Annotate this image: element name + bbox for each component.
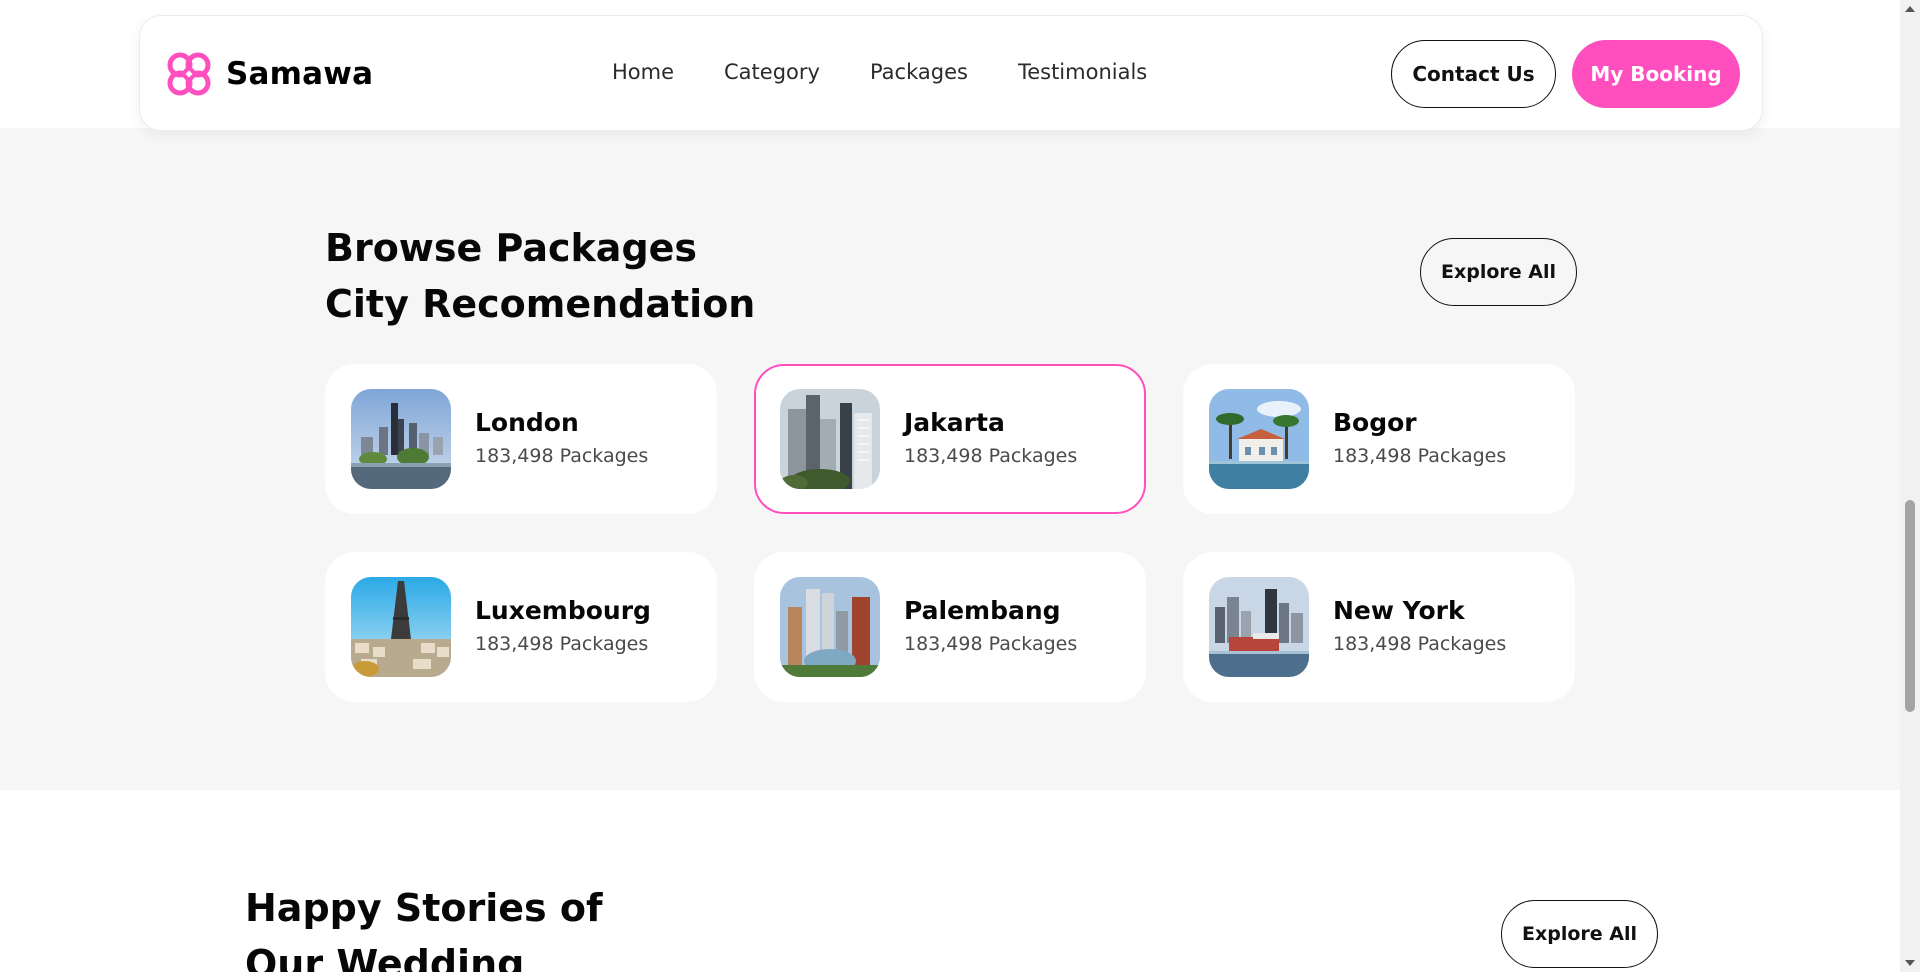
stories-explore-all-button[interactable]: Explore All: [1501, 900, 1658, 968]
city-package-count: 183,498 Packages: [475, 445, 649, 467]
city-info: London 183,498 Packages: [475, 406, 648, 472]
city-name: Luxembourg: [475, 596, 651, 625]
city-name: London: [475, 408, 579, 437]
city-name: Jakarta: [904, 408, 1005, 437]
city-package-count: 183,498 Packages: [475, 633, 649, 655]
city-info: Luxembourg 183,498 Packages: [475, 594, 651, 660]
brand[interactable]: Samawa: [164, 49, 373, 99]
eiffel-tower-icon: [351, 577, 451, 677]
city-card-jakarta[interactable]: Jakarta 183,498 Packages: [754, 364, 1146, 514]
brand-name: Samawa: [226, 56, 374, 92]
browse-title-line2: City Recomendation: [325, 282, 756, 326]
stories-title-line2: Our Wedding: [245, 942, 525, 972]
city-card-bogor[interactable]: Bogor 183,498 Packages: [1183, 364, 1575, 514]
stories-section-title: Happy Stories of Our Wedding: [245, 880, 603, 972]
city-package-count: 183,498 Packages: [904, 445, 1078, 467]
city-card-luxembourg[interactable]: Luxembourg 183,498 Packages: [325, 552, 717, 702]
scroll-down-arrow-icon[interactable]: [1905, 960, 1915, 966]
harbor-skyline-icon: [1209, 577, 1309, 677]
quatrefoil-logo-icon: [167, 52, 211, 96]
city-card-london[interactable]: London 183,498 Packages: [325, 364, 717, 514]
city-package-count: 183,498 Packages: [1333, 445, 1507, 467]
browse-title-line1: Browse Packages: [325, 226, 698, 270]
navbar: Samawa Home Category Packages Testimonia…: [139, 15, 1763, 131]
city-info: Jakarta 183,498 Packages: [904, 406, 1077, 472]
modern-towers-icon: [780, 577, 880, 677]
city-name: Palembang: [904, 596, 1061, 625]
browse-section-title: Browse Packages City Recomendation: [325, 220, 755, 332]
browse-packages-section: Browse Packages City Recomendation Explo…: [0, 128, 1900, 790]
city-name: Bogor: [1333, 408, 1417, 437]
city-info: Palembang 183,498 Packages: [904, 594, 1077, 660]
nav-link-category[interactable]: Category: [724, 60, 820, 84]
city-info: New York 183,498 Packages: [1333, 594, 1506, 660]
nav-link-testimonials[interactable]: Testimonials: [1018, 60, 1147, 84]
city-package-count: 183,498 Packages: [904, 633, 1078, 655]
city-package-count: 183,498 Packages: [1333, 633, 1507, 655]
contact-us-button[interactable]: Contact Us: [1391, 40, 1556, 108]
my-booking-button[interactable]: My Booking: [1572, 40, 1740, 108]
skyscrapers-icon: [780, 389, 880, 489]
nav-link-packages[interactable]: Packages: [870, 60, 968, 84]
scroll-up-arrow-icon[interactable]: [1905, 6, 1915, 12]
scrollbar-thumb[interactable]: [1905, 500, 1915, 712]
city-card-new-york[interactable]: New York 183,498 Packages: [1183, 552, 1575, 702]
browse-explore-all-button[interactable]: Explore All: [1420, 238, 1577, 306]
nav-link-home[interactable]: Home: [612, 60, 674, 84]
stories-title-line1: Happy Stories of: [245, 886, 603, 930]
city-name: New York: [1333, 596, 1465, 625]
nav-links: Home Category Packages Testimonials: [612, 60, 1147, 84]
city-card-palembang[interactable]: Palembang 183,498 Packages: [754, 552, 1146, 702]
city-skyline-icon: [351, 389, 451, 489]
palm-villa-icon: [1209, 389, 1309, 489]
page-scrollbar[interactable]: [1900, 0, 1920, 972]
city-info: Bogor 183,498 Packages: [1333, 406, 1506, 472]
